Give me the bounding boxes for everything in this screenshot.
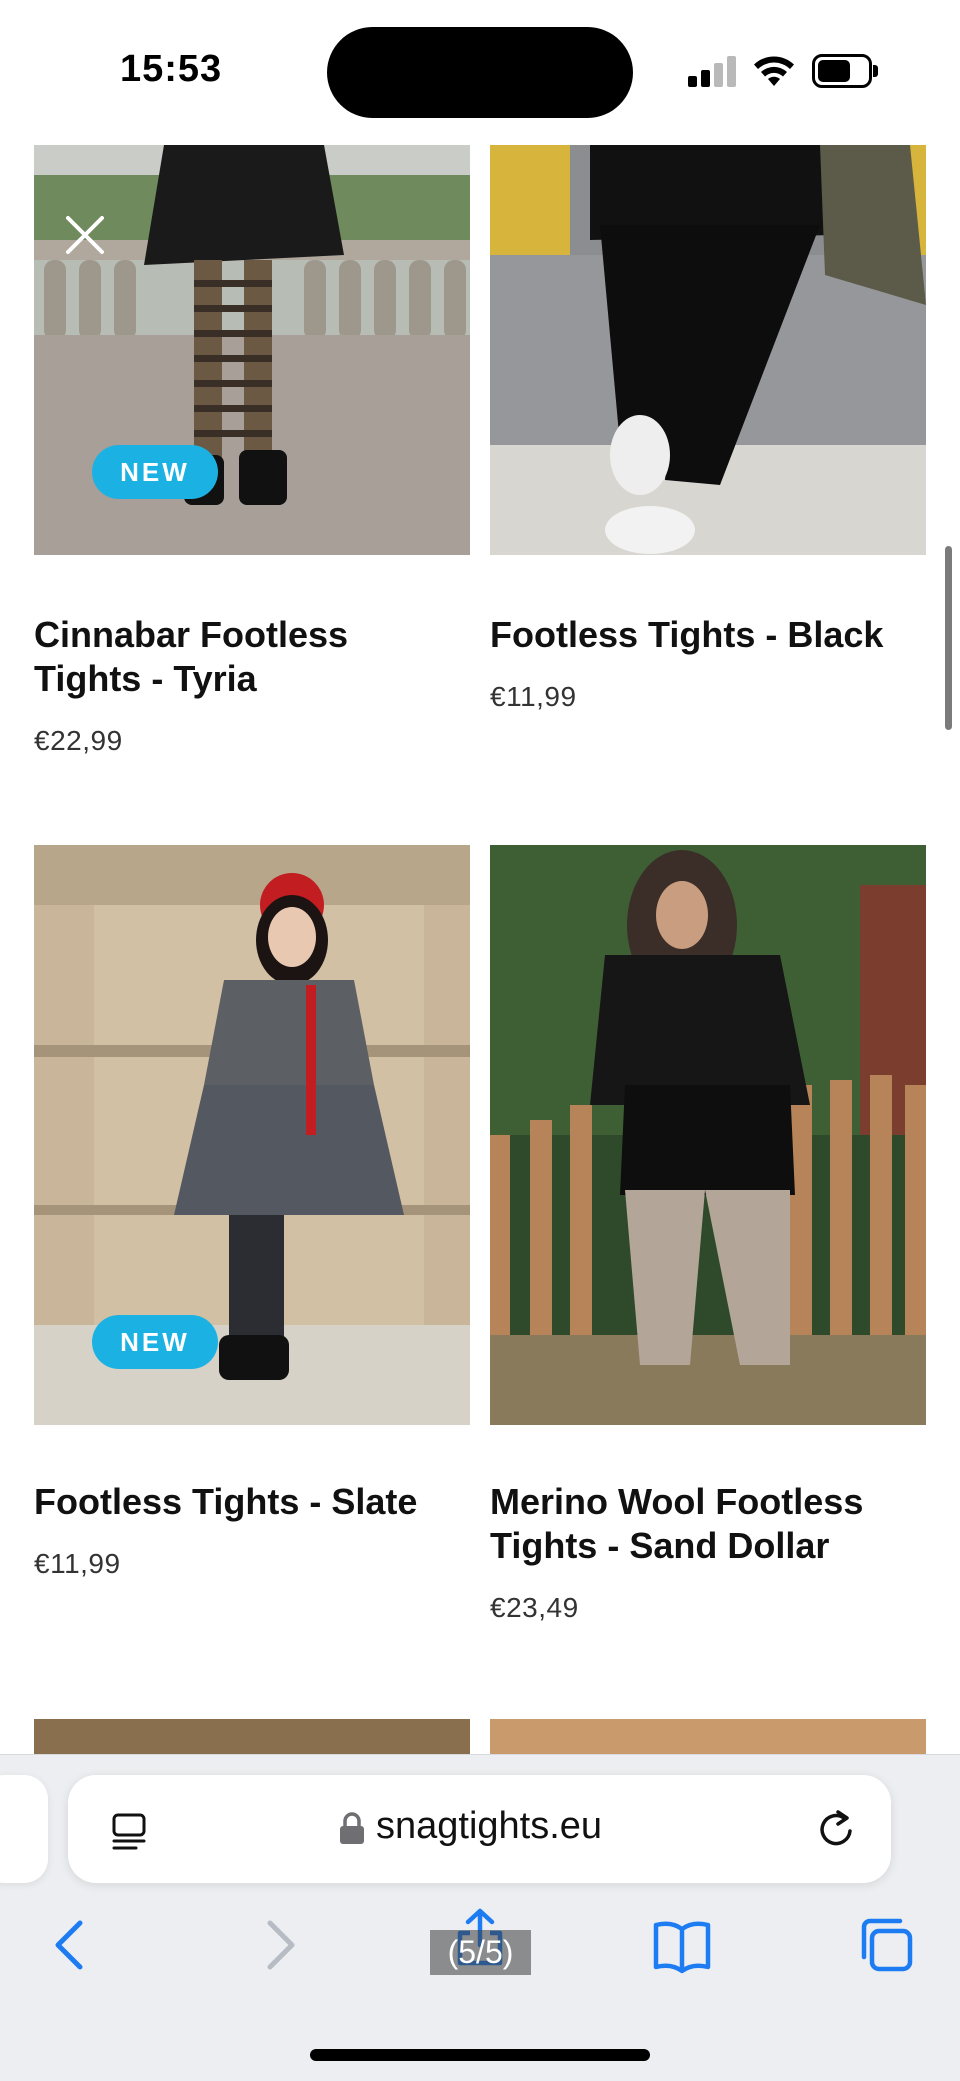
product-image[interactable]: NEW: [34, 145, 470, 555]
wifi-icon: [754, 56, 794, 86]
product-card-black[interactable]: Footless Tights - Black €11,99: [490, 145, 926, 712]
reload-icon[interactable]: [814, 1807, 860, 1853]
close-icon[interactable]: [62, 212, 108, 258]
home-indicator: [310, 2049, 650, 2061]
product-image[interactable]: NEW: [34, 845, 470, 1425]
scrollbar[interactable]: [945, 546, 952, 730]
lock-icon: [340, 1812, 364, 1844]
dynamic-island: [327, 27, 633, 118]
new-badge: NEW: [92, 1315, 218, 1369]
product-card-partial[interactable]: [490, 1719, 926, 1759]
status-bar: 15:53: [0, 0, 960, 140]
product-photo-black: [490, 145, 926, 555]
chevron-left-icon[interactable]: [42, 1915, 102, 1975]
product-card-slate[interactable]: NEW Footless Tights - Slate €11,99: [34, 845, 470, 1579]
product-image[interactable]: [490, 145, 926, 555]
product-title[interactable]: Footless Tights - Black: [490, 613, 930, 657]
chevron-right-icon[interactable]: [248, 1915, 308, 1975]
product-title[interactable]: Merino Wool Footless Tights - Sand Dolla…: [490, 1480, 930, 1568]
product-price: €22,99: [34, 725, 123, 756]
url-text[interactable]: snagtights.eu: [376, 1805, 602, 1848]
product-price: €11,99: [490, 681, 577, 712]
product-title[interactable]: Footless Tights - Slate: [34, 1480, 474, 1524]
product-card-sand-dollar[interactable]: Merino Wool Footless Tights - Sand Dolla…: [490, 845, 926, 1623]
cellular-signal-icon: [688, 55, 736, 87]
product-title[interactable]: Cinnabar Footless Tights - Tyria: [34, 613, 454, 701]
product-card-partial[interactable]: [34, 1719, 470, 1759]
reader-view-icon[interactable]: [108, 1809, 152, 1853]
product-photo-sand-dollar: [490, 845, 926, 1425]
browser-toolbar: snagtights.eu (5/5): [0, 1754, 960, 2081]
address-bar[interactable]: snagtights.eu: [68, 1775, 891, 1883]
battery-icon: [812, 54, 878, 88]
product-image[interactable]: [490, 845, 926, 1425]
product-price: €11,99: [34, 1548, 121, 1579]
page-indicator: (5/5): [430, 1930, 531, 1975]
book-icon[interactable]: [652, 1915, 712, 1975]
product-photo-tyria: [34, 145, 470, 555]
status-time: 15:53: [120, 48, 223, 90]
tabs-icon[interactable]: [856, 1915, 916, 1975]
product-card-tyria[interactable]: NEW Cinnabar Footless Tights - Tyria €22…: [34, 145, 470, 756]
product-price: €23,49: [490, 1592, 579, 1623]
previous-tab-preview[interactable]: [0, 1775, 48, 1883]
new-badge: NEW: [92, 445, 218, 499]
